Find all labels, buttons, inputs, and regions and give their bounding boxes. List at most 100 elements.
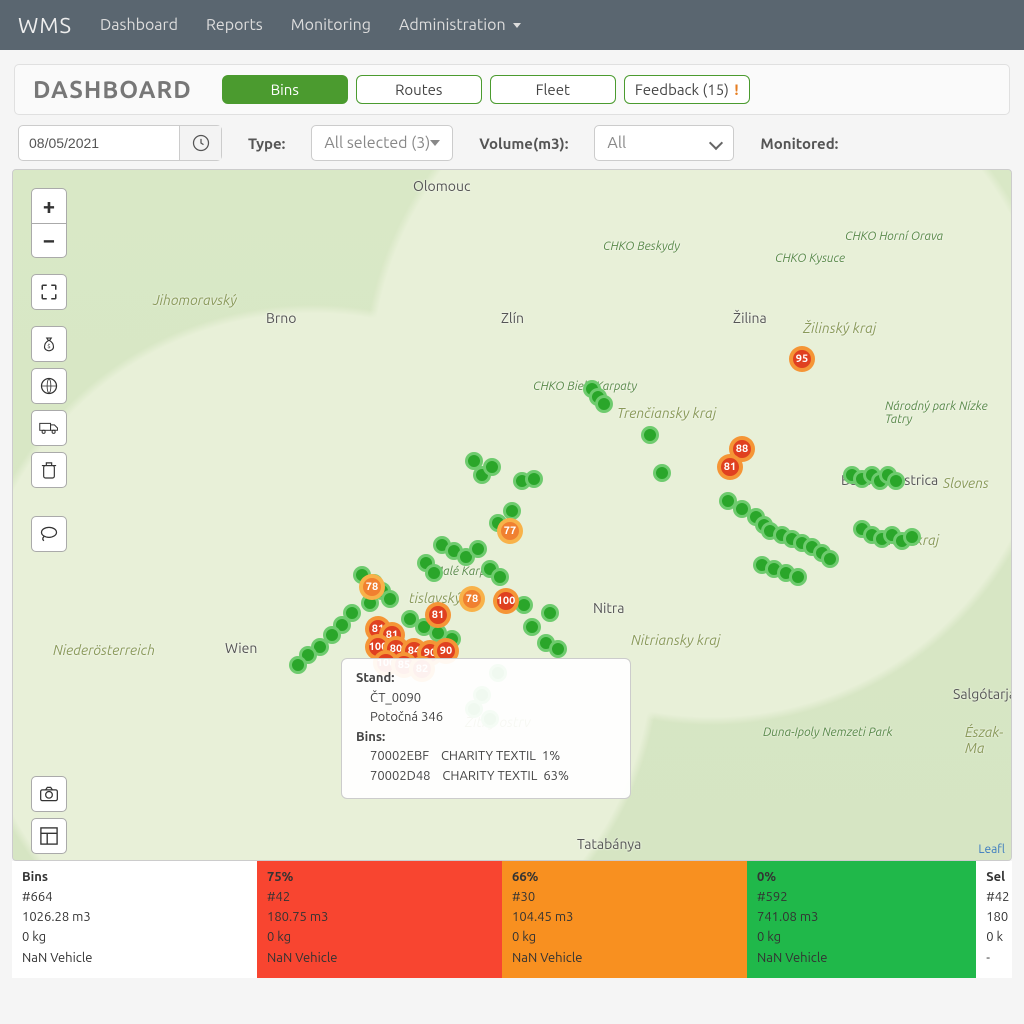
- map-pin-green[interactable]: [641, 426, 659, 444]
- layout-icon: [40, 827, 58, 845]
- stats-green-vol: 741.08 m3: [757, 907, 966, 927]
- map-pin-green[interactable]: [289, 656, 307, 674]
- layout-button[interactable]: [31, 818, 67, 854]
- volume-label: Volume(m3):: [479, 135, 568, 152]
- map-pin-green[interactable]: [653, 464, 671, 482]
- zoom-controls: + −: [31, 188, 67, 258]
- dashboard-header: DASHBOARD Bins Routes Fleet Feedback (15…: [14, 64, 1010, 115]
- chevron-down-icon: [711, 134, 721, 152]
- nav-dashboard[interactable]: Dashboard: [100, 16, 178, 34]
- stats-orange-vol: 104.45 m3: [512, 907, 737, 927]
- stats-red-count: #42: [267, 887, 492, 907]
- volume-select[interactable]: All: [594, 125, 734, 161]
- map-tools-bottom: [31, 776, 67, 854]
- globe-tool-button[interactable]: [31, 368, 67, 404]
- map-pin-green[interactable]: [887, 472, 905, 490]
- tab-bins[interactable]: Bins: [222, 75, 348, 104]
- stats-red-vol: 180.75 m3: [267, 907, 492, 927]
- screenshot-button[interactable]: [31, 776, 67, 812]
- tab-fleet[interactable]: Fleet: [490, 75, 616, 104]
- map-pin-green[interactable]: [465, 452, 483, 470]
- stats-total-title: Bins: [22, 867, 247, 887]
- stats-total-vol: 1026.28 m3: [22, 907, 247, 927]
- stats-red-pct: 75%: [267, 867, 492, 887]
- bin-icon: [41, 460, 57, 480]
- map-pin-orange[interactable]: 77: [497, 518, 523, 544]
- map-pin-green[interactable]: [789, 568, 807, 586]
- stats-green-pct: 0%: [757, 867, 966, 887]
- map-pin-green[interactable]: [541, 604, 559, 622]
- map-pin-red[interactable]: 100: [493, 588, 519, 614]
- zoom-in-button[interactable]: +: [32, 189, 66, 223]
- page-title: DASHBOARD: [33, 76, 192, 103]
- svg-text:$: $: [47, 343, 50, 350]
- lasso-tool-button[interactable]: [31, 516, 67, 552]
- tab-group: Bins Routes Fleet Feedback (15) !: [222, 75, 750, 104]
- map-container[interactable]: + − $ Stand: ČT_00: [12, 169, 1012, 861]
- map-pin-green[interactable]: [549, 640, 567, 658]
- cost-tool-button[interactable]: $: [31, 326, 67, 362]
- nav-reports[interactable]: Reports: [206, 16, 263, 34]
- map-pin-green[interactable]: [491, 568, 509, 586]
- type-select[interactable]: All selected (3): [311, 125, 453, 161]
- zoom-out-button[interactable]: −: [32, 223, 66, 257]
- fullscreen-icon: [40, 283, 58, 301]
- stats-green[interactable]: 0% #592 741.08 m3 0 kg NaN Vehicle: [747, 861, 976, 978]
- date-picker-button[interactable]: [179, 126, 221, 160]
- popup-stand-label: Stand:: [356, 669, 612, 689]
- stats-green-wt: 0 kg: [757, 927, 966, 947]
- truck-tool-button[interactable]: [31, 410, 67, 446]
- type-label: Type:: [248, 135, 285, 152]
- clock-icon: [191, 133, 211, 153]
- map-attribution[interactable]: Leafl: [978, 843, 1005, 856]
- brand-logo: WMS: [18, 13, 72, 38]
- lasso-icon: [39, 525, 59, 543]
- nav-administration[interactable]: Administration: [399, 16, 521, 34]
- stats-selected: Sel #42 180 0 k -: [976, 861, 1012, 978]
- stats-green-count: #592: [757, 887, 966, 907]
- stats-total: Bins #664 1026.28 m3 0 kg NaN Vehicle: [12, 861, 257, 978]
- map-tools-lasso: [31, 516, 67, 552]
- map-pin-orange[interactable]: 78: [359, 574, 385, 600]
- stats-red[interactable]: 75% #42 180.75 m3 0 kg NaN Vehicle: [257, 861, 502, 978]
- popup-bin-1: 70002EBF CHARITY TEXTIL 1%: [356, 747, 612, 767]
- map-pin-green[interactable]: [483, 458, 501, 476]
- map-pin-green[interactable]: [469, 540, 487, 558]
- popup-stand-addr: Potočná 346: [356, 708, 612, 728]
- stats-sel-vol: 180: [986, 907, 1002, 927]
- nav-monitoring[interactable]: Monitoring: [291, 16, 371, 34]
- stats-sel-veh: -: [986, 948, 1002, 968]
- popup-stand-code: ČT_0090: [356, 689, 612, 709]
- map-tools-upper: [31, 274, 67, 310]
- map-pin-red[interactable]: 95: [789, 346, 815, 372]
- truck-icon: [39, 420, 59, 436]
- tab-routes[interactable]: Routes: [356, 75, 482, 104]
- map-pin-green[interactable]: [425, 564, 443, 582]
- map-pin-green[interactable]: [523, 618, 541, 636]
- stats-total-veh: NaN Vehicle: [22, 948, 247, 968]
- map-pin-red[interactable]: 81: [717, 454, 743, 480]
- chevron-down-icon: [430, 140, 440, 146]
- stats-orange[interactable]: 66% #30 104.45 m3 0 kg NaN Vehicle: [502, 861, 747, 978]
- bin-tool-button[interactable]: [31, 452, 67, 488]
- tab-feedback-label: Feedback (15): [635, 81, 729, 98]
- map-tools-mid: $: [31, 326, 67, 488]
- stats-red-veh: NaN Vehicle: [267, 948, 492, 968]
- stats-row: Bins #664 1026.28 m3 0 kg NaN Vehicle 75…: [12, 861, 1012, 978]
- popup-bins-label: Bins:: [356, 728, 612, 748]
- bin-popup: Stand: ČT_0090 Potočná 346 Bins: 70002EB…: [341, 658, 631, 799]
- map-pin-green[interactable]: [595, 395, 613, 413]
- warning-icon: !: [734, 81, 738, 98]
- monitored-label: Monitored:: [760, 135, 838, 152]
- map-pin-green[interactable]: [903, 528, 921, 546]
- stats-sel-title: Sel: [986, 867, 1002, 887]
- moneybag-icon: $: [40, 335, 58, 353]
- fullscreen-button[interactable]: [31, 274, 67, 310]
- map-pin-green[interactable]: [821, 550, 839, 568]
- tab-feedback[interactable]: Feedback (15) !: [624, 75, 750, 104]
- globe-icon: [39, 376, 59, 396]
- map-pin-green[interactable]: [525, 470, 543, 488]
- date-input[interactable]: [19, 129, 179, 157]
- map-pin-orange[interactable]: 78: [459, 586, 485, 612]
- map-pin-red[interactable]: 81: [425, 602, 451, 628]
